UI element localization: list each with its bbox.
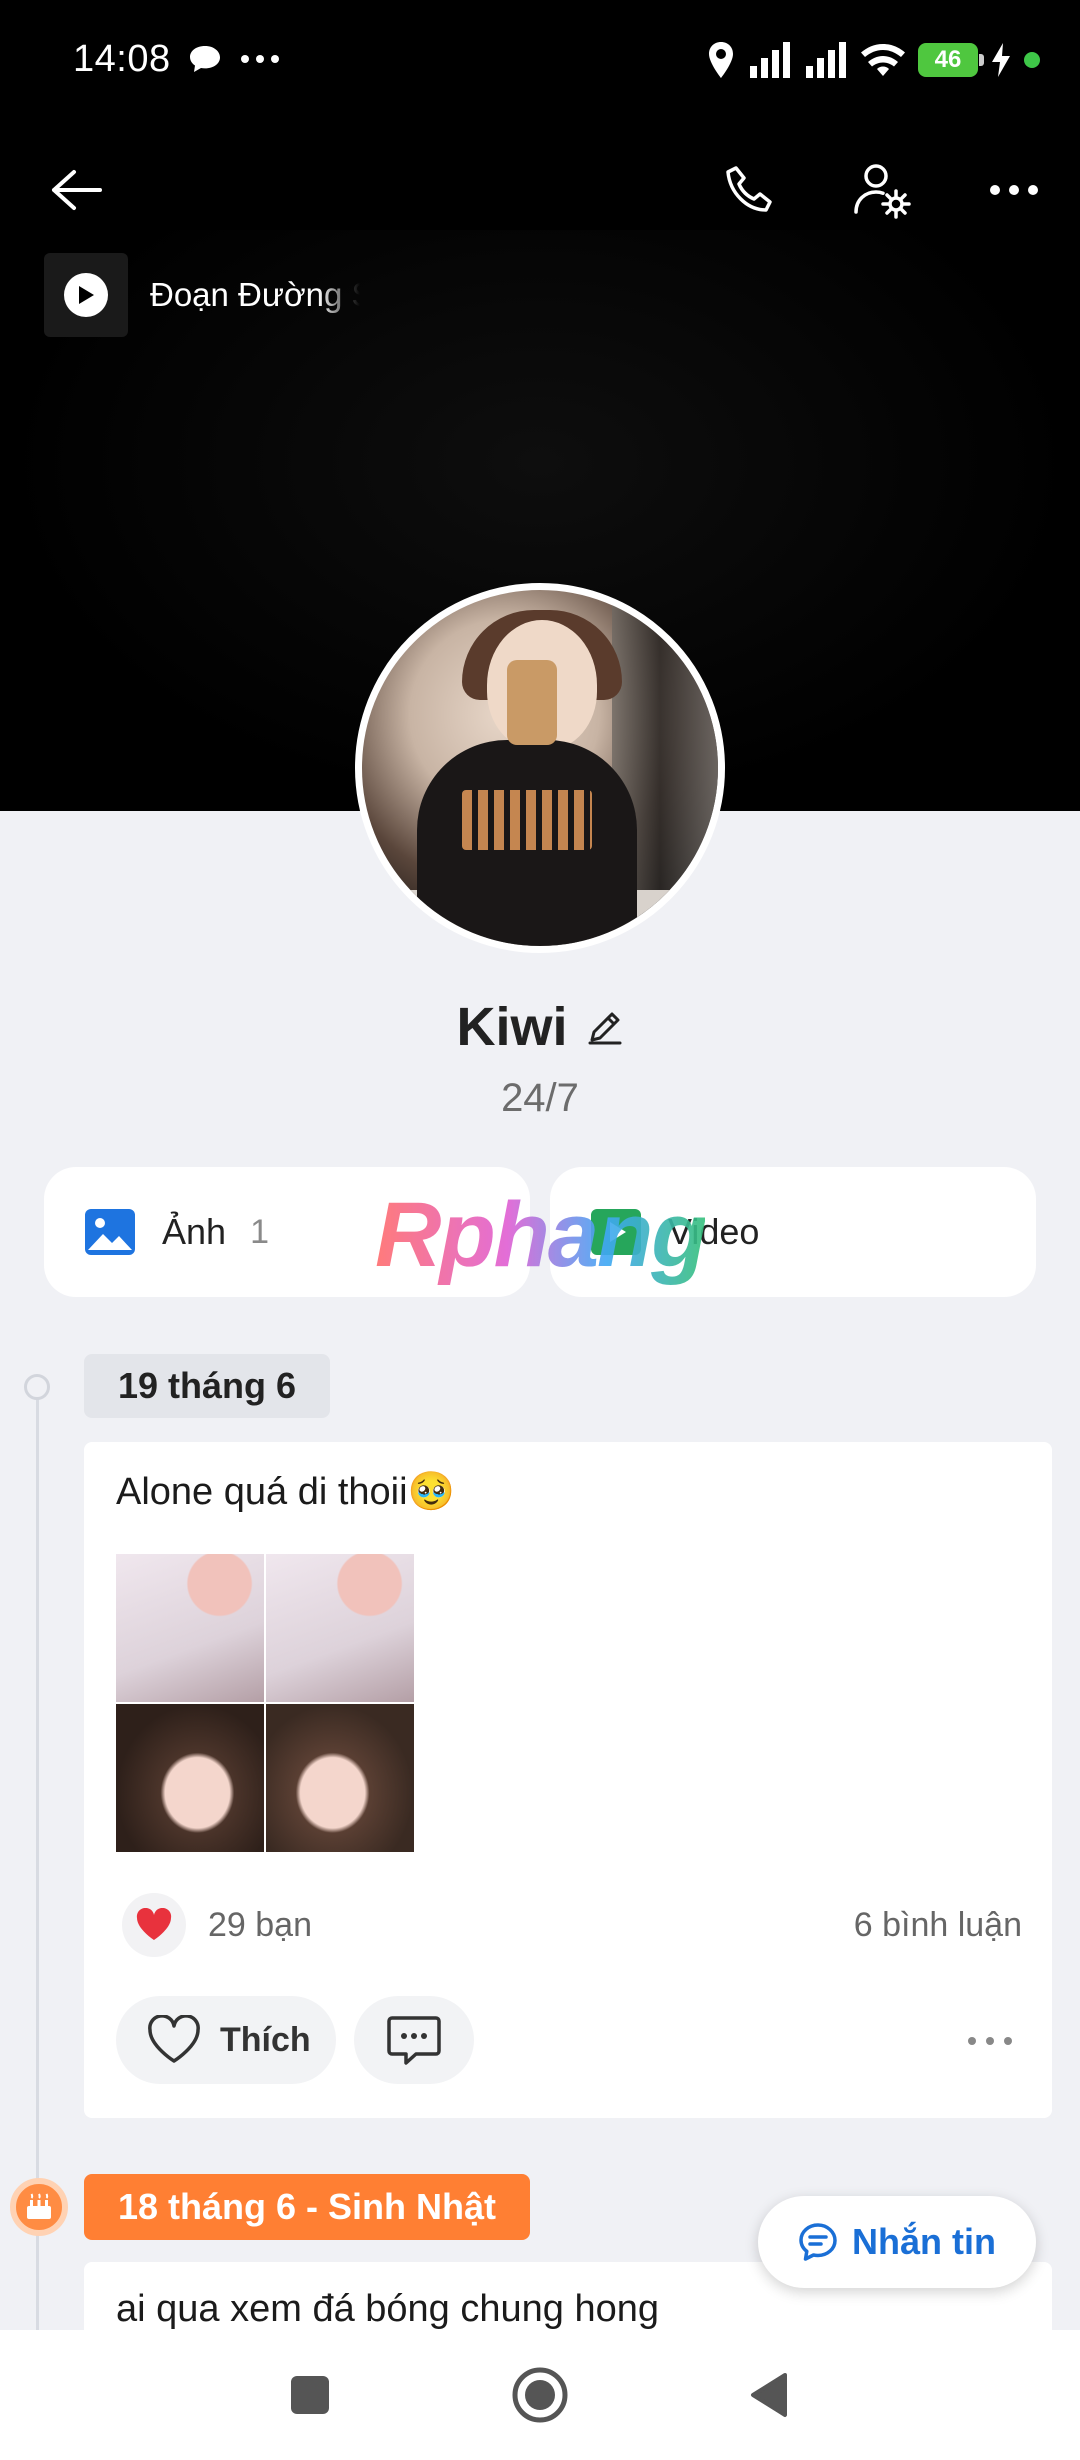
reaction-row: 29 bạn 6 bình luận <box>122 1890 1022 1960</box>
profile-avatar[interactable] <box>355 583 725 953</box>
call-button[interactable] <box>710 150 790 230</box>
post-more-button[interactable] <box>960 2016 1020 2066</box>
post-photo[interactable] <box>266 1704 414 1852</box>
home-button[interactable] <box>500 2360 580 2430</box>
post-date-chip: 19 tháng 6 <box>84 1354 331 1418</box>
status-bar: 14:08 46 <box>0 0 1080 130</box>
heart-icon <box>136 1908 172 1940</box>
photos-count: 1 <box>250 1212 269 1251</box>
status-time: 14:08 <box>73 38 171 80</box>
status-notification-icons <box>188 44 280 74</box>
post-actions: Thích <box>116 1996 1020 2086</box>
profile-name: Kiwi <box>456 997 568 1057</box>
watermark-logo: Rphang <box>375 1184 707 1286</box>
profile-status: 24/7 <box>501 1076 579 1120</box>
heart-outline-icon <box>148 2015 200 2063</box>
back-nav-button[interactable] <box>728 2360 808 2430</box>
comment-button[interactable] <box>354 1996 474 2084</box>
back-button[interactable] <box>36 150 116 230</box>
more-horizontal-icon <box>990 185 1038 195</box>
post-photo[interactable] <box>266 1554 414 1702</box>
post-text: Alone quá di thoii🥹 <box>116 1471 455 1513</box>
music-play-button[interactable] <box>44 253 128 337</box>
send-message-button[interactable]: Nhắn tin <box>758 2196 1036 2288</box>
image-icon <box>85 1209 135 1255</box>
recent-apps-button[interactable] <box>270 2360 350 2430</box>
like-label: Thích <box>220 2020 311 2059</box>
signal-icon-1 <box>750 42 790 78</box>
profile-name-row: Kiwi <box>0 996 1080 1058</box>
home-circle-icon <box>512 2367 568 2423</box>
charging-icon <box>992 43 1010 77</box>
post-photo[interactable] <box>116 1704 264 1852</box>
like-button[interactable]: Thích <box>116 1996 336 2084</box>
chat-icon <box>799 2223 837 2261</box>
more-notifications-icon <box>241 55 279 63</box>
comment-icon <box>387 2016 441 2065</box>
square-icon <box>291 2376 329 2414</box>
back-arrow-icon <box>52 170 102 210</box>
back-triangle-icon <box>751 2373 787 2417</box>
more-horizontal-icon <box>968 2037 1012 2045</box>
play-icon <box>79 286 94 304</box>
profile-top-nav <box>0 150 1080 230</box>
avatar-phone <box>507 660 557 745</box>
timeline-dot <box>24 1374 50 1400</box>
privacy-indicator-dot <box>1024 52 1040 68</box>
post-text: ai qua xem đá bóng chung hong <box>116 2288 659 2330</box>
photos-label: Ảnh <box>162 1211 227 1252</box>
play-circle <box>64 273 108 317</box>
comment-count[interactable]: 6 bình luận <box>854 1906 1022 1945</box>
profile-settings-button[interactable] <box>842 150 922 230</box>
send-message-label: Nhắn tin <box>852 2221 996 2262</box>
birthday-cake-icon <box>10 2178 68 2236</box>
music-title: Đoạn Đường S <box>150 276 360 313</box>
avatar-shirt-print <box>462 790 592 850</box>
system-navigation-bar <box>0 2330 1080 2460</box>
more-options-button[interactable] <box>974 150 1054 230</box>
status-right-icons: 46 <box>706 40 1040 80</box>
location-icon <box>709 42 733 78</box>
chat-bubble-icon <box>190 46 220 72</box>
post-photo-grid[interactable] <box>116 1554 414 1852</box>
post-photo[interactable] <box>116 1554 264 1702</box>
phone-icon <box>726 166 772 212</box>
like-count[interactable]: 29 bạn <box>208 1906 312 1945</box>
heart-reaction-badge[interactable] <box>122 1893 186 1957</box>
birthday-date-chip: 18 tháng 6 - Sinh Nhật <box>84 2174 531 2240</box>
signal-icon-2 <box>806 42 846 78</box>
wifi-icon <box>861 44 905 76</box>
profile-music[interactable]: Đoạn Đường S <box>44 253 360 337</box>
edit-pencil-icon[interactable] <box>586 1008 624 1046</box>
battery-indicator: 46 <box>918 43 984 77</box>
user-settings-icon <box>854 164 911 219</box>
post-card[interactable]: Alone quá di thoii🥹 29 bạn 6 bình luận T… <box>84 1442 1052 2118</box>
